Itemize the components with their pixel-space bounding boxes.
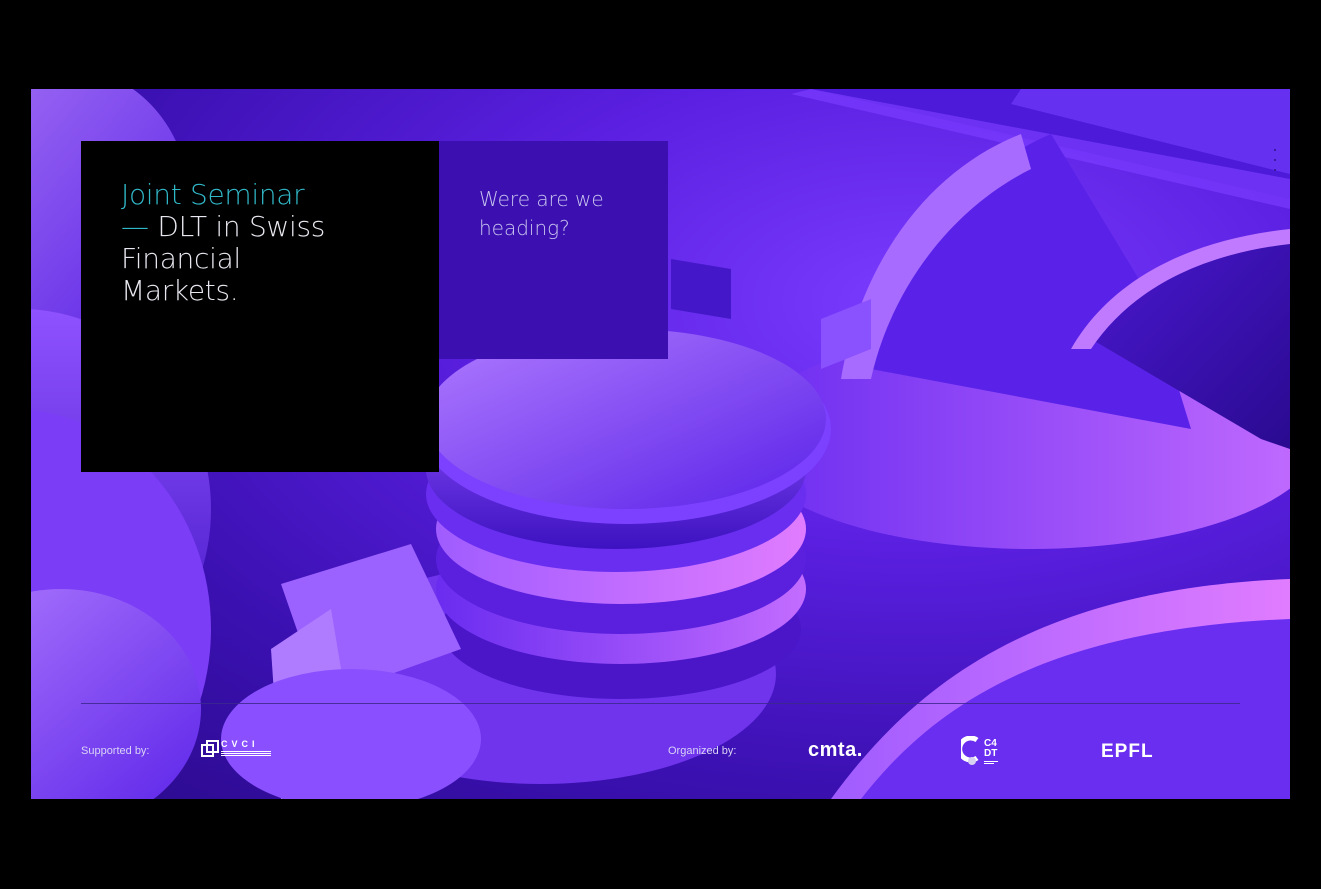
cvci-logo: CVCI [201,739,271,757]
title-dash: — [121,210,149,243]
epfl-logo: EPFL [1101,741,1154,762]
cvci-wordmark: CVCI [221,739,271,756]
c4dt-text-2: DT [984,747,998,759]
title-line-2: Financial [121,242,241,275]
footer-divider [81,703,1240,704]
question-text: Were are we heading? [479,187,604,240]
slide: Joint Seminar — DLT in Swiss Financial M… [31,89,1290,799]
cvci-subtext-lines [221,751,271,756]
title-line-3: Markets. [121,274,239,307]
seminar-title: Joint Seminar — DLT in Swiss Financial M… [121,179,325,307]
title-accent: Joint Seminar [121,178,305,211]
question-card: Were are we heading? [439,141,668,359]
cmta-logo: cmta. [808,739,863,761]
supported-by-label: Supported by: [81,745,150,757]
c4dt-mark-icon [961,736,979,765]
c4dt-text-1: C4 [984,737,997,749]
c4dt-logo: C4 DT [961,736,998,766]
title-line-1-text: DLT in Swiss [157,210,326,243]
side-marks [1274,149,1278,171]
title-card: Joint Seminar — DLT in Swiss Financial M… [81,141,439,472]
cvci-text: CVCI [221,739,259,749]
organized-by-label: Organized by: [668,745,737,757]
cvci-mark-icon [201,739,219,757]
c4dt-wordmark: C4 DT [984,737,998,764]
title-line-1: — DLT in Swiss [121,211,325,243]
